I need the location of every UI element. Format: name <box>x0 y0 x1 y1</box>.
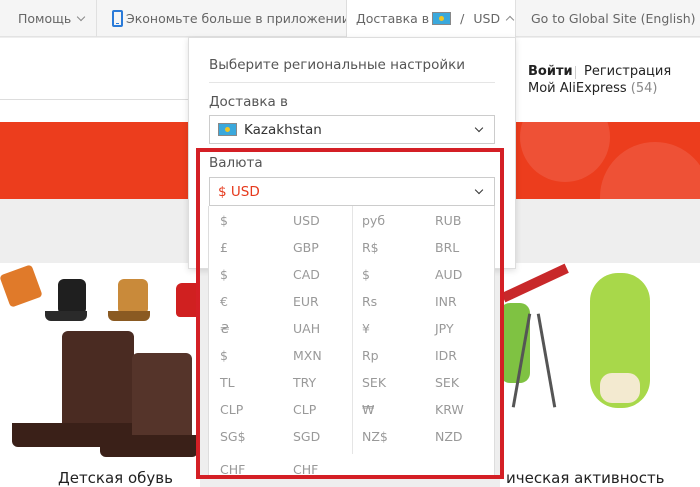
product-title: Детская обувь <box>58 469 173 487</box>
banner-decoration <box>600 142 700 199</box>
boot-image <box>58 279 86 313</box>
header-divider <box>0 99 200 100</box>
top-bar: Помощь Экономьте больше в приложении! До… <box>0 0 700 38</box>
divider <box>96 0 97 37</box>
kazakhstan-flag-icon <box>218 123 237 136</box>
kazakhstan-flag-icon <box>432 12 452 25</box>
app-promo-link[interactable]: Экономьте больше в приложении! <box>112 0 355 37</box>
my-aliexpress-label: Мой AliExpress <box>528 81 627 96</box>
phone-icon <box>112 10 123 27</box>
currency-short: USD <box>473 11 501 26</box>
divider <box>209 82 495 83</box>
boot-image <box>108 311 150 321</box>
help-menu[interactable]: Помощь <box>18 0 86 37</box>
delivery-currency-toggle[interactable]: Доставка в / USD <box>356 0 515 37</box>
panel-title: Выберите региональные настройки <box>209 57 466 73</box>
banner-decoration <box>520 122 610 182</box>
product-card-kids-shoes[interactable]: Детская обувь <box>0 263 200 487</box>
ship-to-label: Доставка в <box>209 94 288 110</box>
delivery-label: Доставка в <box>356 11 430 26</box>
global-site-label: Go to Global Site (English) <box>531 11 696 26</box>
divider <box>575 66 576 79</box>
chevron-down-icon <box>77 12 86 21</box>
product-card-activity[interactable]: ическая активность <box>500 263 700 487</box>
global-site-link[interactable]: Go to Global Site (English) <box>531 0 696 37</box>
my-aliexpress-link[interactable]: Мой AliExpress (54) <box>528 81 657 96</box>
help-label: Помощь <box>18 11 72 26</box>
my-aliexpress-count: (54) <box>630 81 658 96</box>
product-title: ическая активность <box>506 469 665 487</box>
boot-image <box>45 311 87 321</box>
baby-sleeping-bag-image <box>600 373 640 403</box>
stroller-image <box>536 313 557 408</box>
login-link[interactable]: Войти <box>528 64 573 79</box>
badge-icon <box>0 264 43 308</box>
chevron-down-icon <box>474 123 484 133</box>
country-select[interactable]: Kazakhstan <box>209 115 495 144</box>
highlight-box <box>196 148 504 479</box>
app-promo-label: Экономьте больше в приложении! <box>126 11 355 26</box>
currency-separator: / <box>460 11 465 26</box>
boot-image <box>100 435 198 457</box>
country-value: Kazakhstan <box>244 121 322 138</box>
register-link[interactable]: Регистрация <box>584 64 671 79</box>
boot-image <box>118 279 148 313</box>
chevron-up-icon <box>505 15 515 25</box>
stroller-image <box>501 263 569 303</box>
divider <box>515 0 516 37</box>
